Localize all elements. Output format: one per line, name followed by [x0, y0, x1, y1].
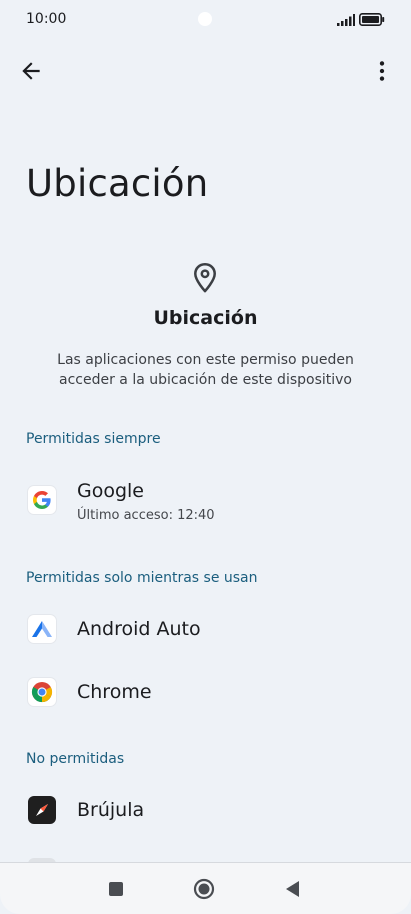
intro-title: Ubicación	[153, 307, 258, 329]
app-row-google[interactable]: Google Último acceso: 12:40	[0, 474, 411, 530]
app-row-chrome[interactable]: Chrome	[0, 664, 411, 720]
app-row-compass[interactable]: Brújula	[0, 782, 411, 838]
camera-cutout	[198, 12, 212, 26]
google-icon	[28, 486, 56, 514]
intro-description: Las aplicaciones con este permiso pueden…	[57, 352, 354, 388]
system-navigation-bar	[0, 862, 411, 914]
recents-square-icon[interactable]	[103, 876, 129, 902]
home-circle-icon[interactable]	[191, 876, 217, 902]
app-name: Chrome	[77, 681, 152, 703]
back-arrow-icon[interactable]	[18, 58, 44, 84]
chrome-icon	[28, 678, 56, 706]
app-name: Android Auto	[77, 618, 201, 640]
section-heading-denied: No permitidas	[26, 751, 125, 767]
page-title: Ubicación	[26, 162, 209, 205]
section-heading-while-using: Permitidas solo mientras se usan	[26, 570, 258, 586]
screen: 10:00 Ubicación Ubicación Las aplicacion…	[0, 0, 411, 914]
back-triangle-icon[interactable]	[280, 876, 306, 902]
signal-icon	[337, 14, 355, 26]
battery-icon	[359, 13, 385, 26]
app-name: Brújula	[77, 799, 145, 821]
android-auto-icon	[28, 615, 56, 643]
more-options-icon[interactable]	[369, 58, 395, 84]
app-row-android-auto[interactable]: Android Auto	[0, 601, 411, 657]
location-pin-icon	[194, 263, 216, 293]
compass-icon	[28, 796, 56, 824]
status-time: 10:00	[26, 11, 67, 27]
status-bar: 10:00	[0, 0, 411, 40]
app-last-access: Último acceso: 12:40	[77, 508, 215, 523]
app-name: Google	[77, 480, 145, 502]
section-heading-always: Permitidas siempre	[26, 431, 161, 447]
